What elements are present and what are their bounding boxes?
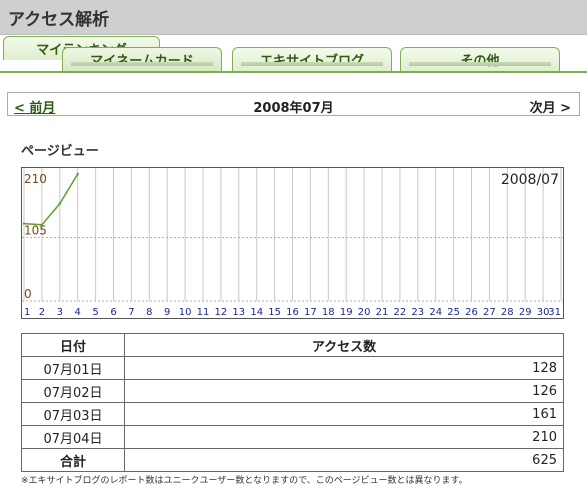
next-month-link[interactable]: 次月 > — [530, 97, 571, 116]
data-point — [22, 222, 26, 225]
x-tick-label: 10 — [179, 307, 192, 318]
x-tick-label: 6 — [110, 307, 116, 318]
total-label: 合計 — [21, 448, 125, 472]
x-tick-label: 27 — [483, 307, 496, 318]
row-count: 128 — [124, 356, 564, 380]
x-tick-label: 8 — [146, 307, 152, 318]
x-tick-label: 18 — [322, 307, 335, 318]
footnote: ※エキサイトブログのレポート数はユニークユーザー数となりますので、このページビュ… — [21, 476, 468, 486]
data-point — [40, 223, 44, 226]
x-tick-label: 7 — [128, 307, 134, 318]
header-date: 日付 — [21, 333, 125, 357]
section-title: ページビュー — [21, 144, 99, 159]
tab-other[interactable]: その他 — [400, 47, 560, 72]
x-tick-label: 14 — [250, 307, 263, 318]
x-tick-label: 28 — [501, 307, 514, 318]
data-point — [58, 202, 61, 205]
x-tick-label: 3 — [57, 307, 63, 318]
table-row: 07月02日 126 — [21, 379, 564, 403]
prev-month-link[interactable]: < 前月 — [14, 97, 55, 116]
y-tick-label: 105 — [24, 224, 47, 238]
x-tick-label: 2 — [39, 307, 45, 318]
y-tick-label: 210 — [24, 172, 47, 186]
x-tick-label: 20 — [358, 307, 371, 318]
tab-shine — [409, 62, 551, 66]
x-tick-label: 9 — [164, 307, 170, 318]
x-tick-label: 11 — [197, 307, 210, 318]
table-header-row: 日付 アクセス数 — [21, 333, 564, 357]
table-total-row: 合計 625 — [21, 448, 564, 472]
chart-title: 2008/07 — [501, 172, 559, 188]
x-tick-label: 15 — [268, 307, 281, 318]
x-tick-label: 24 — [429, 307, 442, 318]
x-tick-label: 17 — [304, 307, 317, 318]
x-tick-label: 13 — [232, 307, 245, 318]
row-count: 126 — [124, 379, 564, 403]
x-tick-label: 26 — [465, 307, 478, 318]
x-tick-label: 19 — [340, 307, 353, 318]
x-tick-label: 29 — [519, 307, 532, 318]
x-tick-label: 5 — [92, 307, 98, 318]
x-tick-label: 1 — [24, 307, 30, 318]
table-row: 07月01日 128 — [21, 356, 564, 380]
page-title: アクセス解析 — [8, 10, 110, 30]
x-tick-label: 23 — [411, 307, 424, 318]
tab-my-name-card[interactable]: マイネームカード — [62, 47, 222, 72]
x-tick-label: 16 — [286, 307, 299, 318]
month-navigation: 2008年07月 < 前月 次月 > — [7, 92, 580, 116]
total-value: 625 — [124, 448, 564, 472]
current-month: 2008年07月 — [253, 101, 334, 116]
y-tick-label: 0 — [24, 287, 32, 301]
x-tick-label: 21 — [376, 307, 389, 318]
row-count: 161 — [124, 402, 564, 426]
pageview-chart-svg: 0105210 2008/071 2 3 4 5 6 7 8 9 10 11 12 13 14 15 16 17 1… — [22, 168, 563, 318]
table-row: 07月04日 210 — [21, 425, 564, 449]
row-date: 07月03日 — [21, 402, 125, 426]
pageview-chart: 0 105 210 2008/07 1 2 3 4 5 6 7 8 9 10 11 12 13 14 15 16 17 1… — [21, 167, 564, 319]
title-bar: アクセス解析 — [0, 0, 587, 35]
row-date: 07月04日 — [21, 425, 125, 449]
tab-excite-blog[interactable]: エキサイトブログ — [232, 47, 392, 72]
x-tick-label: 12 — [215, 307, 228, 318]
access-table: 日付 アクセス数 07月01日 128 07月02日 126 07月03日 16… — [21, 333, 564, 472]
x-tick-label: 4 — [75, 307, 81, 318]
table-row: 07月03日 161 — [21, 402, 564, 426]
x-tick-label: 31 — [548, 307, 561, 318]
tab-shine — [71, 62, 213, 66]
tab-shine — [241, 62, 383, 66]
row-date: 07月02日 — [21, 379, 125, 403]
data-point — [76, 172, 79, 176]
x-tick-label: 25 — [447, 307, 460, 318]
x-tick-label: 22 — [394, 307, 407, 318]
row-date: 07月01日 — [21, 356, 125, 380]
header-count: アクセス数 — [124, 333, 564, 357]
row-count: 210 — [124, 425, 564, 449]
tab-underline — [0, 71, 587, 73]
